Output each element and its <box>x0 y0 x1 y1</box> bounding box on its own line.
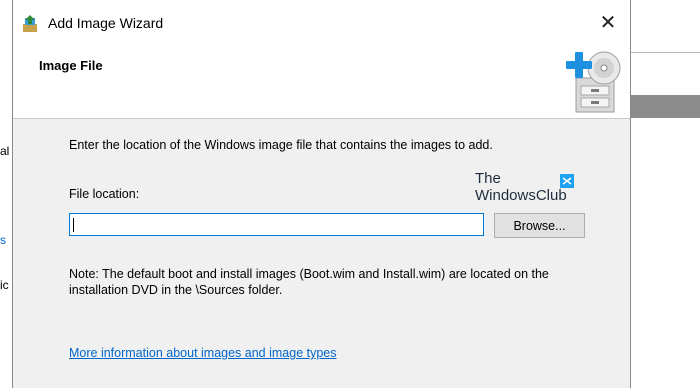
wizard-add-disk-icon <box>566 51 621 113</box>
wizard-header: Image File <box>13 46 630 118</box>
wizard-body: Enter the location of the Windows image … <box>13 119 630 388</box>
background-window-right <box>631 0 700 388</box>
title-bar[interactable]: Add Image Wizard ✕ <box>13 0 630 46</box>
file-location-label: File location: <box>69 187 140 201</box>
close-button[interactable]: ✕ <box>586 4 630 40</box>
blue-square-icon <box>560 174 574 188</box>
watermark: The WindowsClub <box>475 170 574 204</box>
background-window-left: al s ic <box>0 0 12 388</box>
watermark-line2: WindowsClub <box>475 187 567 204</box>
background-text-fragment: ic <box>0 278 9 292</box>
background-toolbar-bar <box>631 95 700 118</box>
more-info-link[interactable]: More information about images and image … <box>69 346 337 360</box>
close-icon: ✕ <box>599 11 617 34</box>
watermark-line1: The <box>475 170 501 187</box>
background-divider <box>631 52 700 53</box>
page-title: Image File <box>39 58 103 73</box>
background-text-fragment: al <box>0 144 10 158</box>
browse-button[interactable]: Browse... <box>494 213 585 238</box>
instruction-text: Enter the location of the Windows image … <box>69 138 493 152</box>
window-title: Add Image Wizard <box>48 15 164 31</box>
text-cursor <box>73 218 74 232</box>
file-location-input[interactable] <box>69 213 484 236</box>
wizard-app-icon <box>23 15 37 32</box>
note-text: Note: The default boot and install image… <box>69 267 549 297</box>
add-image-wizard-dialog: Add Image Wizard ✕ Image File Enter the … <box>12 0 631 388</box>
background-link-fragment[interactable]: s <box>0 233 6 247</box>
